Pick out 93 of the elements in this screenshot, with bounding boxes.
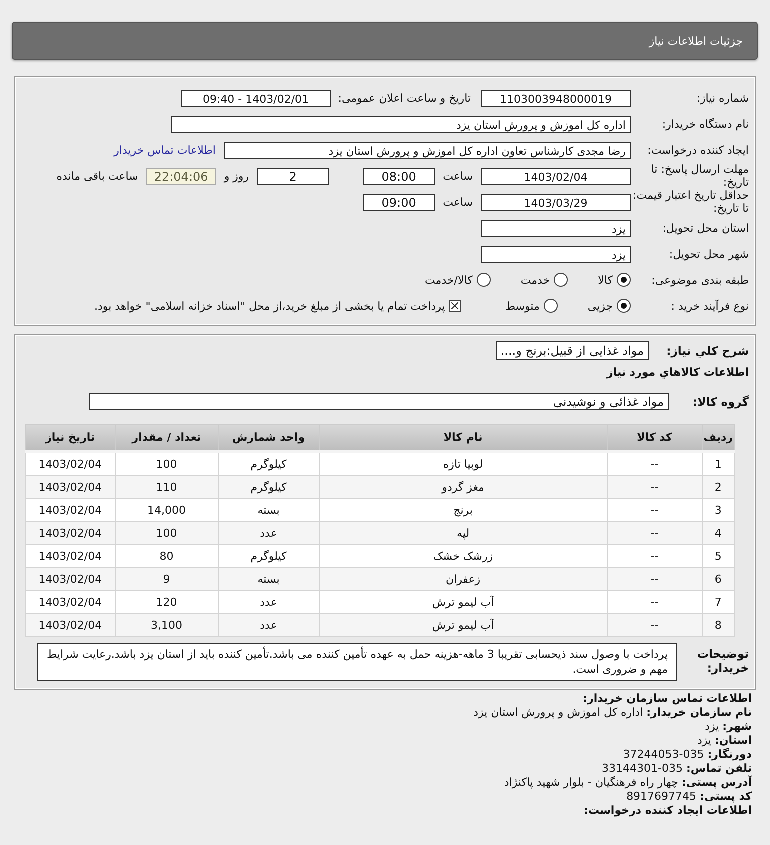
table-cell: 4 — [702, 522, 734, 544]
value-field: 1403/03/29 — [481, 194, 631, 210]
field-label: نوع فرآیند خرید : — [670, 300, 749, 312]
value-field: یزد — [481, 220, 631, 236]
field-label: ساعت باقی مانده — [56, 170, 138, 182]
table-cell: بسته — [218, 568, 320, 590]
value-field: 08:00 — [363, 168, 436, 184]
option-label: متوسط — [505, 300, 540, 312]
table-cell: کیلوگرم — [218, 476, 320, 498]
contact-label: شهر: — [722, 720, 752, 733]
table-cell: 1403/02/04 — [26, 522, 116, 544]
value-field: رضا مجدی کارشناس تعاون اداره کل اموزش و پرورش استان یزد — [224, 142, 631, 158]
contact-value: 035-37244053 — [623, 748, 706, 761]
field-label: مهلت ارسال پاسخ: تا تاریخ: — [650, 163, 749, 189]
field-label: تاریخ و ساعت اعلان عمومی: — [341, 92, 471, 104]
column-header: واحد شمارش — [218, 424, 320, 452]
field-label: نام دستگاه خریدار: — [661, 118, 749, 130]
radio-button[interactable] — [617, 299, 631, 313]
value-field: 1103003948000019 — [481, 90, 631, 106]
table-cell: 110 — [115, 476, 218, 498]
table-cell: عدد — [218, 614, 320, 636]
option-label: کالا/خدمت — [425, 274, 473, 286]
section-heading: اطلاعات ایجاد کننده درخواست: — [583, 804, 752, 818]
radio-button[interactable] — [554, 273, 568, 287]
page-title: جزئیات اطلاعات نیاز — [649, 34, 743, 48]
field-label: روز و — [224, 170, 250, 182]
field-label: ساعت — [443, 196, 473, 208]
option-label: کالا — [598, 274, 613, 286]
value-field: مواد غذائی و نوشیدنی — [89, 393, 669, 410]
table-cell: زعفران — [319, 568, 608, 590]
table-cell: 3,100 — [115, 614, 218, 636]
table-cell: مغز گردو — [319, 476, 608, 498]
contact-label: دورنگار: — [708, 748, 752, 761]
contact-label: آدرس پستی: — [682, 776, 752, 789]
table-cell: 6 — [702, 568, 734, 590]
contact-value: یزد — [697, 734, 712, 747]
value-field: یزد — [481, 246, 631, 262]
column-header: تعداد / مقدار — [115, 424, 218, 452]
column-header: ردیف — [702, 424, 734, 452]
contact-label: نام سازمان خریدار: — [646, 706, 752, 719]
option-label: خدمت — [520, 274, 550, 286]
table-cell: 9 — [115, 568, 218, 590]
table-cell: 1403/02/04 — [26, 476, 116, 498]
contact-value: یزد — [705, 720, 720, 733]
field-label: شرح کلي نياز: — [666, 344, 749, 358]
contact-value: 035-33144301 — [602, 762, 684, 775]
section-heading: اطلاعات کالاهاي مورد نياز — [606, 366, 749, 379]
section-heading: اطلاعات تماس سازمان خریدار: — [582, 692, 752, 706]
table-cell: 2 — [702, 476, 734, 498]
field-label: شهر محل تحویل: — [668, 248, 749, 260]
value-field: مواد غذایی از قبیل:برنج و.... — [496, 341, 649, 360]
notes-field: پرداخت با وصول سند ذیحسابی تقریبا 3 ماهه-هزینه حمل به عهده تأمین کننده می باشد.تأمین کننده باید از استان یزد باشد.رعایت شرایط مهم و ضروری است. — [37, 643, 677, 681]
value-field: 09:00 — [363, 194, 436, 210]
contact-label: تلفن تماس: — [686, 762, 752, 775]
option-label: پرداخت تمام یا بخشی از مبلغ خرید،از محل "اسناد خزانه اسلامی" خواهد بود. — [94, 300, 446, 312]
contact-value: چهار راه فرهنگیان - بلوار شهید پاکنژاد — [504, 776, 680, 789]
table-cell: 8 — [702, 614, 734, 636]
contact-value: اداره کل اموزش و پرورش استان یزد — [474, 706, 644, 719]
radio-button[interactable] — [476, 273, 491, 287]
field-label: توضیحات خریدار: — [696, 647, 749, 675]
table-cell: آب لیمو ترش — [319, 614, 608, 636]
table-cell: -- — [607, 476, 702, 498]
column-header: تاریخ نیاز — [26, 424, 116, 452]
table-cell: عدد — [218, 522, 320, 544]
table-cell: -- — [607, 568, 702, 590]
value-field: 1403/02/04 — [481, 168, 631, 184]
radio-button[interactable] — [544, 299, 558, 313]
field-label: ساعت — [443, 170, 473, 182]
field-label: ایجاد کننده درخواست: — [646, 144, 749, 156]
contact-link[interactable]: اطلاعات تماس خریدار — [114, 144, 216, 156]
option-label: جزیی — [588, 300, 613, 312]
column-header: نام کالا — [319, 424, 608, 452]
field-label: گروه کالا: — [692, 394, 749, 408]
value-field: اداره کل اموزش و پرورش استان یزد — [171, 116, 631, 132]
table-cell: 1403/02/04 — [26, 568, 116, 590]
contact-label: استان: — [715, 734, 752, 747]
field-label: حداقل تاریخ اعتبار قیمت: تا تاریخ: — [632, 189, 749, 215]
value-field: 1403/02/01 - 09:40 — [181, 90, 331, 106]
table-cell: 100 — [115, 522, 218, 544]
contact-label: کد پستی: — [700, 790, 752, 803]
field-label: استان محل تحویل: — [662, 222, 749, 234]
contact-value: 8917697745 — [626, 790, 698, 803]
column-header: کد کالا — [607, 424, 702, 452]
radio-button[interactable] — [617, 273, 631, 287]
value-field: 2 — [257, 168, 330, 184]
field-label: شماره نیاز: — [696, 92, 749, 104]
countdown-field: 22:04:06 — [146, 168, 216, 184]
table-cell: -- — [607, 614, 702, 636]
table-cell: لپه — [319, 522, 608, 544]
field-label: طبقه بندی موضوعی: — [650, 274, 749, 286]
table-cell: 1403/02/04 — [26, 614, 116, 636]
checkbox[interactable] — [449, 300, 462, 312]
table-cell: -- — [607, 522, 702, 544]
